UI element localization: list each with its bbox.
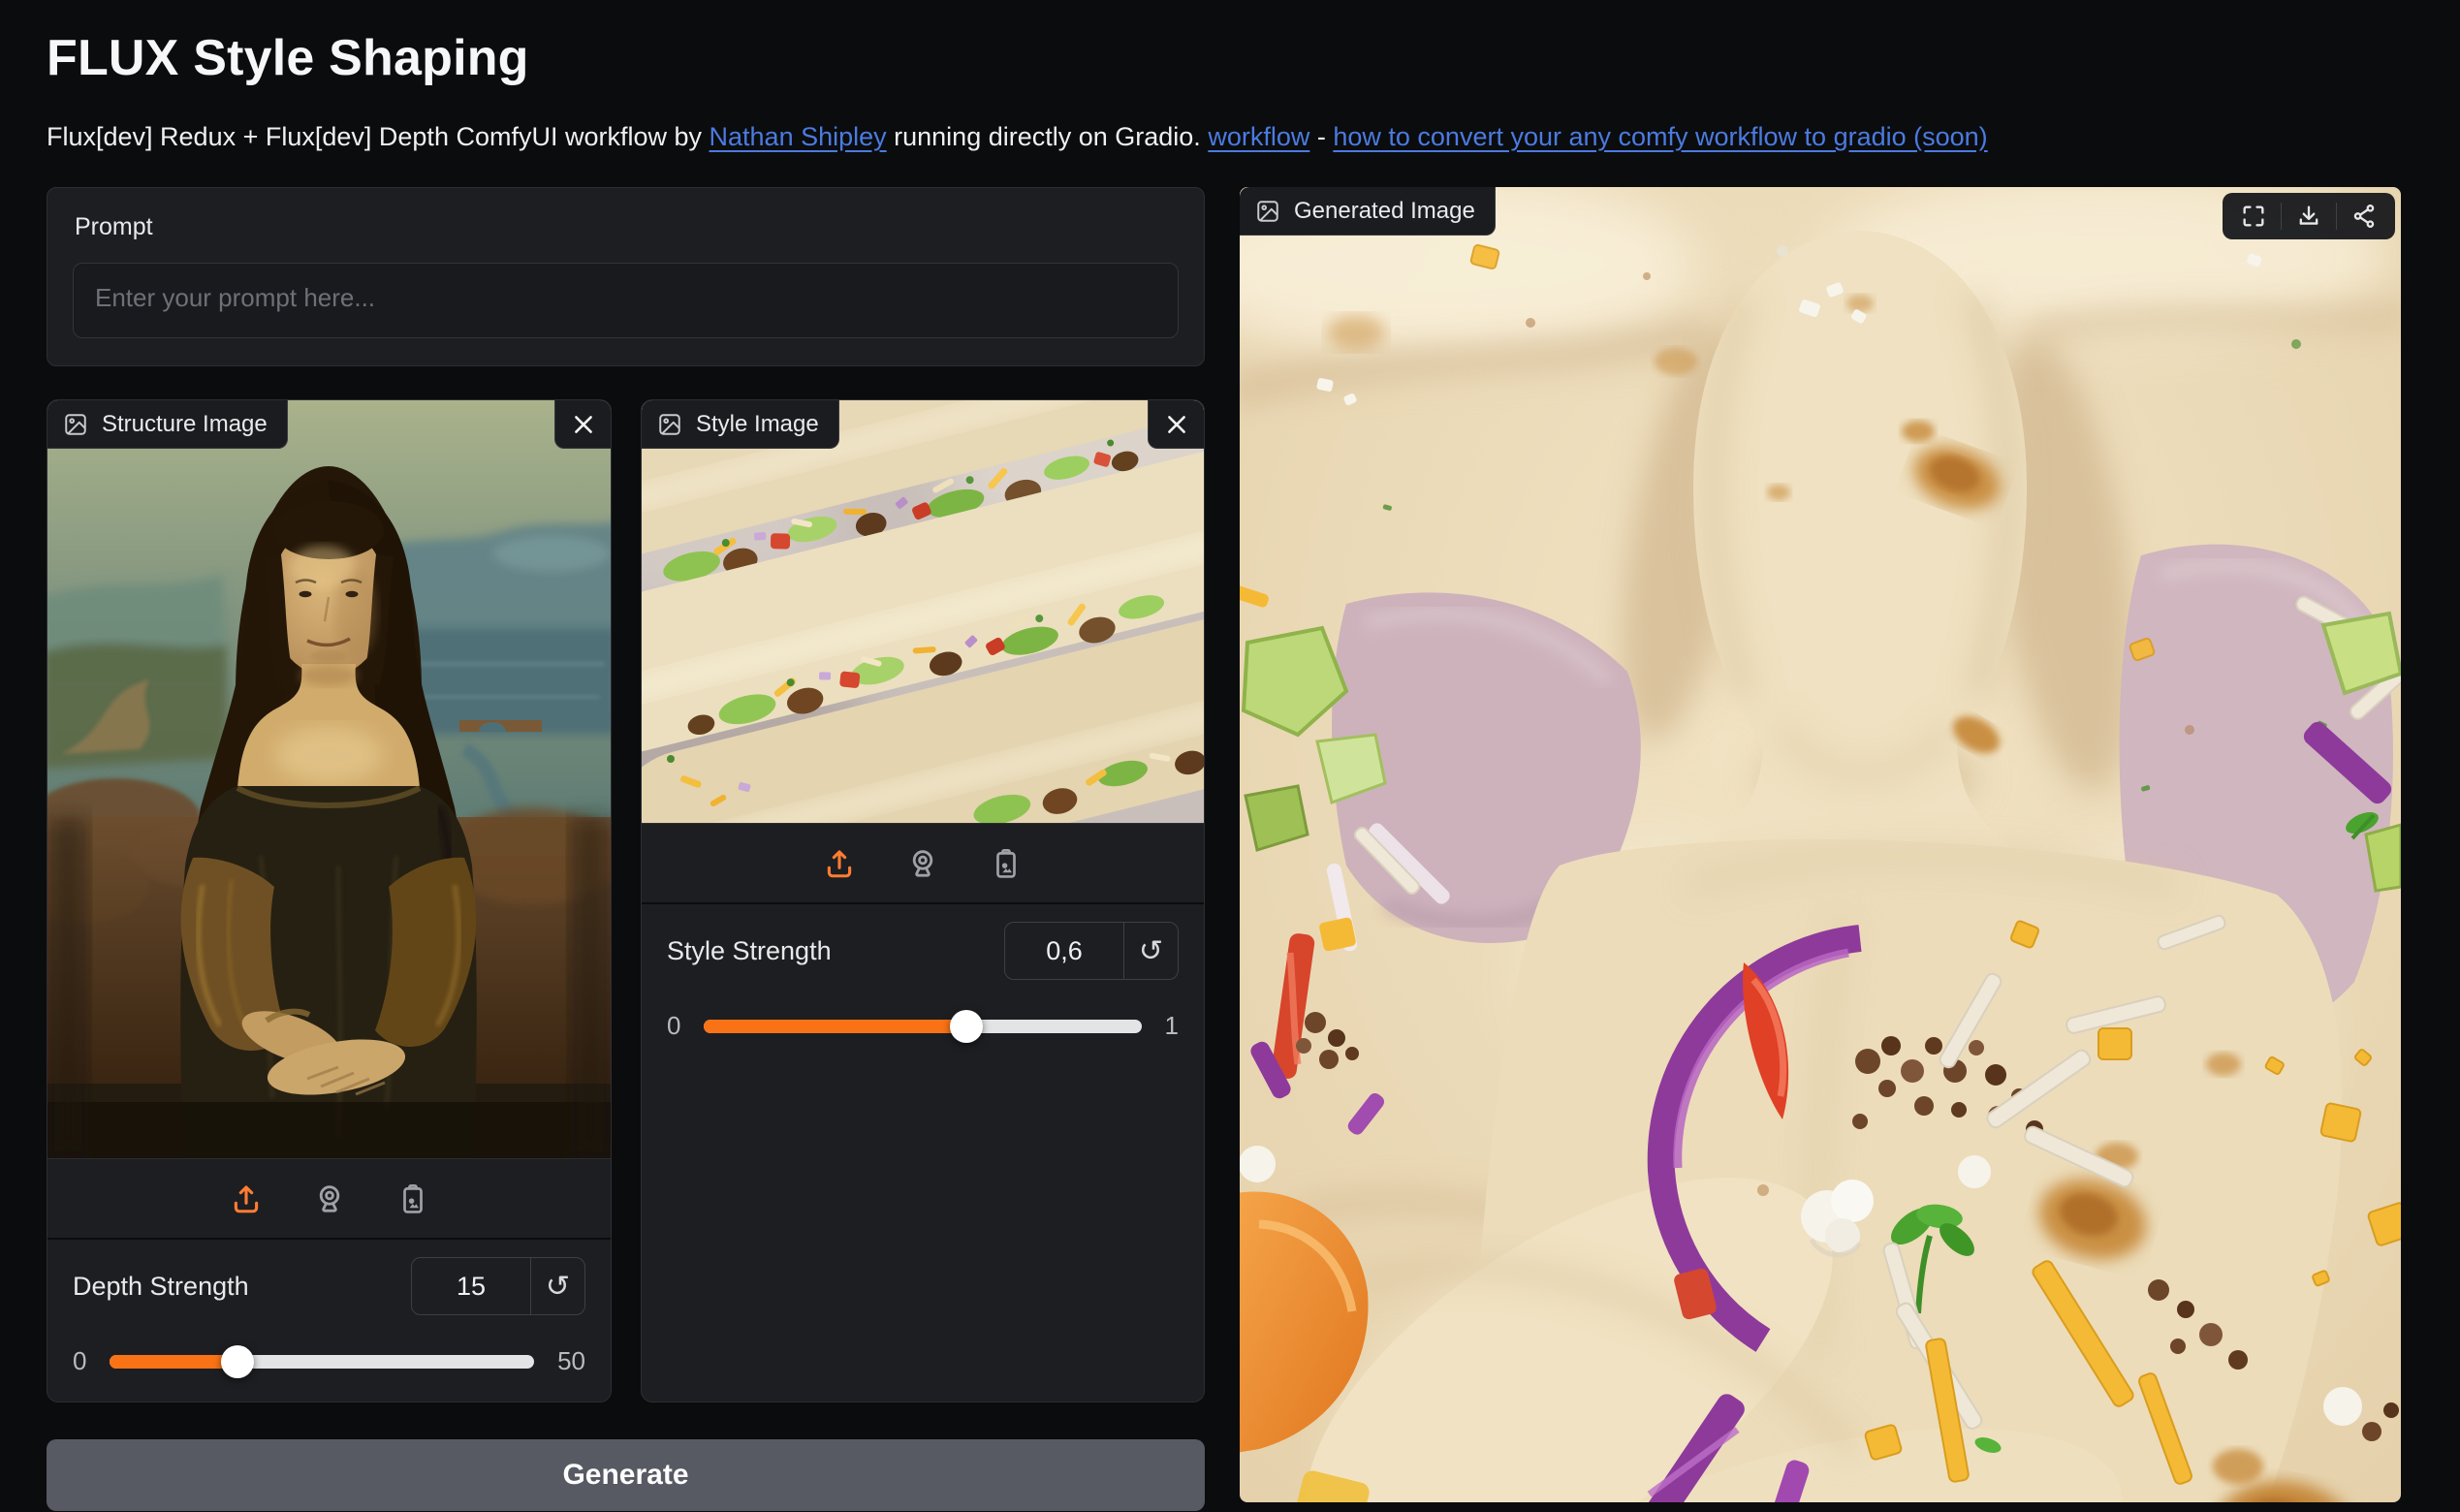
reset-icon: ↺	[1139, 934, 1163, 968]
structure-webcam-button[interactable]	[309, 1179, 350, 1219]
style-strength-block: Style Strength ↺ 0	[642, 902, 1204, 1066]
depth-strength-handle[interactable]	[221, 1345, 254, 1378]
left-column: Prompt	[47, 187, 1205, 1511]
page-title: FLUX Style Shaping	[47, 29, 2413, 87]
image-icon	[1255, 199, 1280, 224]
style-strength-slider: 0 1	[667, 1011, 1179, 1041]
style-strength-track[interactable]	[704, 1020, 1141, 1033]
link-nathan-shipley[interactable]: Nathan Shipley	[710, 122, 887, 151]
style-image-close-button[interactable]	[1148, 400, 1204, 449]
style-image-toolbar	[642, 823, 1204, 902]
style-strength-fill	[704, 1020, 966, 1033]
image-icon	[63, 412, 88, 437]
prompt-input[interactable]	[73, 263, 1179, 338]
depth-strength-min-label: 0	[73, 1346, 86, 1376]
depth-strength-label: Depth Strength	[73, 1272, 249, 1302]
structure-image-toolbar	[47, 1158, 611, 1238]
prompt-label: Prompt	[75, 213, 1179, 241]
clipboard-paste-icon	[990, 847, 1023, 880]
structure-paste-button[interactable]	[393, 1179, 433, 1219]
right-column: Generated Image	[1240, 187, 2413, 1502]
fullscreen-button[interactable]	[2226, 193, 2281, 239]
style-strength-label: Style Strength	[667, 936, 832, 966]
upload-icon	[823, 847, 856, 880]
structure-image-chip: Structure Image	[47, 400, 288, 449]
style-image-art	[642, 400, 1204, 823]
download-icon	[2295, 203, 2322, 230]
generate-button[interactable]: Generate	[47, 1439, 1205, 1511]
style-paste-button[interactable]	[986, 843, 1026, 884]
structure-image-preview[interactable]: Structure Image	[47, 400, 611, 1158]
structure-upload-button[interactable]	[226, 1179, 267, 1219]
structure-image-close-button[interactable]	[554, 400, 611, 449]
style-image-chip: Style Image	[642, 400, 839, 449]
depth-strength-block: Depth Strength ↺ 0	[47, 1238, 611, 1402]
download-button[interactable]	[2282, 193, 2336, 239]
depth-strength-number-group: ↺	[411, 1257, 585, 1315]
style-image-card: Style Image	[641, 399, 1205, 1402]
structure-image-art	[47, 400, 611, 1158]
link-workflow[interactable]: workflow	[1208, 122, 1309, 151]
main-layout: Prompt	[47, 187, 2413, 1511]
webcam-icon	[906, 847, 939, 880]
generated-image-toolbar	[2223, 193, 2395, 239]
depth-strength-fill	[110, 1355, 237, 1369]
image-icon	[657, 412, 682, 437]
generated-image-panel: Generated Image	[1240, 187, 2401, 1502]
share-icon	[2350, 203, 2378, 230]
style-webcam-button[interactable]	[902, 843, 943, 884]
style-image-preview[interactable]: Style Image	[642, 400, 1204, 823]
intro-text-3: -	[1309, 122, 1333, 151]
image-cards-row: Structure Image	[47, 399, 1205, 1402]
style-strength-reset-button[interactable]: ↺	[1123, 923, 1178, 979]
style-image-label: Style Image	[696, 411, 819, 438]
style-strength-max-label: 1	[1165, 1011, 1179, 1041]
share-button[interactable]	[2337, 193, 2391, 239]
style-upload-button[interactable]	[819, 843, 860, 884]
intro-text-2: running directly on Gradio.	[887, 122, 1209, 151]
generated-image-label: Generated Image	[1294, 198, 1475, 225]
structure-image-card: Structure Image	[47, 399, 612, 1402]
close-icon	[571, 412, 596, 437]
depth-strength-input[interactable]	[412, 1258, 530, 1314]
depth-strength-reset-button[interactable]: ↺	[530, 1258, 584, 1314]
reset-icon: ↺	[546, 1270, 570, 1304]
style-strength-handle[interactable]	[950, 1010, 983, 1043]
webcam-icon	[313, 1182, 346, 1215]
generated-image-art	[1240, 187, 2401, 1502]
style-strength-number-group: ↺	[1004, 922, 1179, 980]
style-strength-input[interactable]	[1005, 923, 1123, 979]
style-strength-min-label: 0	[667, 1011, 680, 1041]
intro-text-1: Flux[dev] Redux + Flux[dev] Depth ComfyU…	[47, 122, 710, 151]
prompt-panel: Prompt	[47, 187, 1205, 366]
depth-strength-max-label: 50	[557, 1346, 585, 1376]
depth-strength-track[interactable]	[110, 1355, 534, 1369]
intro-text: Flux[dev] Redux + Flux[dev] Depth ComfyU…	[47, 122, 2413, 152]
upload-icon	[230, 1182, 263, 1215]
page: FLUX Style Shaping Flux[dev] Redux + Flu…	[0, 0, 2460, 1511]
depth-strength-slider: 0 50	[73, 1346, 585, 1376]
fullscreen-icon	[2240, 203, 2267, 230]
clipboard-paste-icon	[396, 1182, 429, 1215]
close-icon	[1164, 412, 1189, 437]
structure-image-label: Structure Image	[102, 411, 268, 438]
link-convert-guide[interactable]: how to convert your any comfy workflow t…	[1333, 122, 1987, 151]
generated-image-chip: Generated Image	[1240, 187, 1496, 236]
